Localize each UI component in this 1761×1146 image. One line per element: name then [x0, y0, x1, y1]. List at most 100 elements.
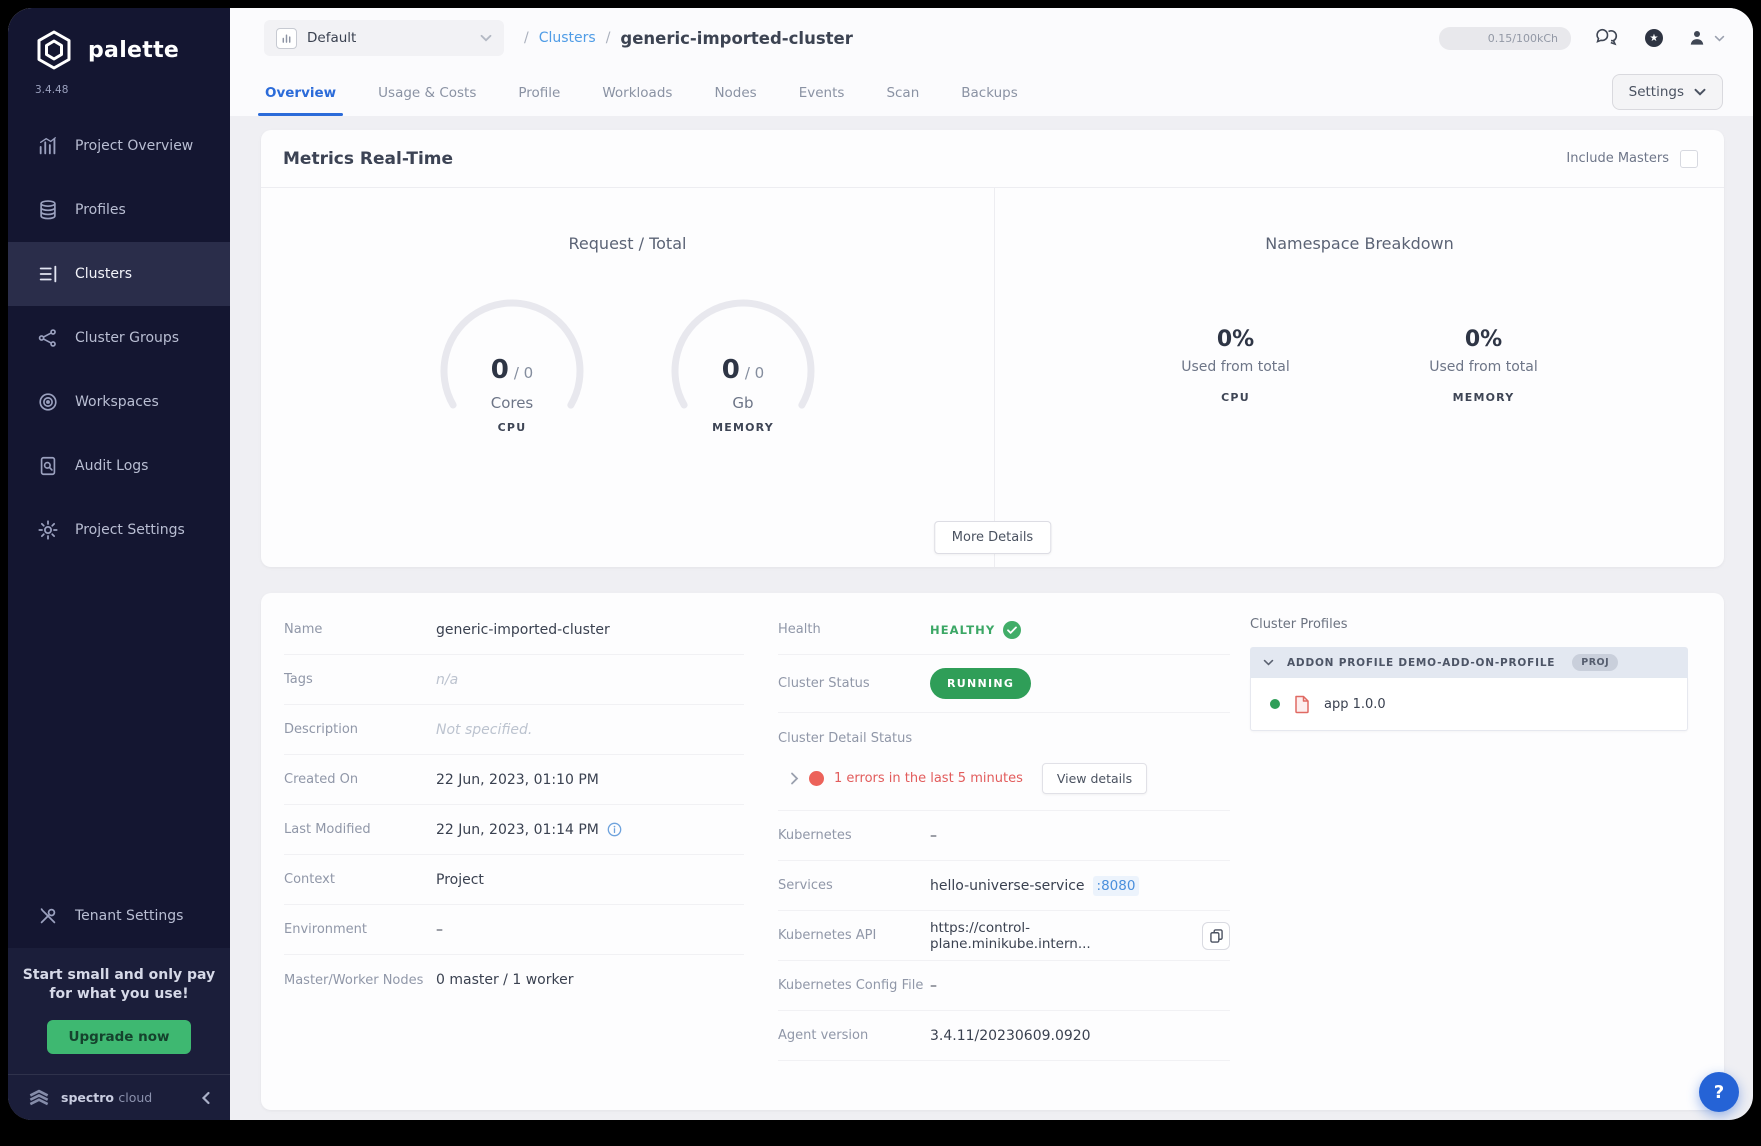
cluster-profiles-title: Cluster Profiles: [1250, 617, 1688, 632]
sidebar-item-clusters[interactable]: Clusters: [8, 242, 230, 306]
sidebar-item-workspaces[interactable]: Workspaces: [8, 370, 230, 434]
namespace-breakdown-section: Namespace Breakdown 0% Used from total C…: [995, 188, 1724, 567]
memory-gauge-unit: Gb: [667, 394, 819, 412]
copy-button[interactable]: [1202, 922, 1230, 950]
breadcrumb: / Clusters / generic-imported-cluster: [524, 29, 853, 48]
upgrade-now-button[interactable]: Upgrade now: [47, 1020, 192, 1054]
service-port-link[interactable]: :8080: [1093, 876, 1140, 896]
tab-overview[interactable]: Overview: [262, 73, 339, 116]
whats-new-star-icon[interactable]: ★: [1645, 29, 1663, 47]
collapse-sidebar-icon[interactable]: [200, 1091, 212, 1105]
details-left-column: Name generic-imported-cluster Tags n/a D…: [284, 605, 744, 1110]
project-selector-value: Default: [307, 30, 470, 46]
detail-row-agent-version: Agent version 3.4.11/20230609.0920: [778, 1011, 1230, 1061]
main-area: Default / Clusters / generic-imported-cl…: [230, 8, 1753, 1120]
cluster-name-value: generic-imported-cluster: [436, 622, 610, 638]
environment-value: –: [436, 922, 443, 938]
profile-group-header[interactable]: ADDON PROFILE DEMO-ADD-ON-PROFILE PROJ: [1250, 647, 1688, 678]
memory-gauge-caption: MEMORY: [667, 421, 819, 434]
cluster-error-row: 1 errors in the last 5 minutes View deta…: [778, 763, 1230, 794]
include-masters-checkbox[interactable]: [1680, 150, 1698, 168]
sidebar-item-audit-logs[interactable]: Audit Logs: [8, 434, 230, 498]
sidebar-item-label: Audit Logs: [75, 458, 148, 474]
gauges: 0/ 0 Cores CPU 0/ 0 Gb MEMORY: [436, 295, 819, 447]
detail-row-tags: Tags n/a: [284, 655, 744, 705]
sidebar-item-tenant-settings[interactable]: Tenant Settings: [8, 884, 230, 948]
metrics-title: Metrics Real-Time: [283, 149, 453, 169]
namespace-cpu-label: CPU: [1154, 391, 1318, 404]
usage-badge[interactable]: 0.15/100kCh: [1439, 27, 1571, 50]
namespace-memory-percent: 0%: [1402, 327, 1566, 352]
tools-icon: [36, 904, 60, 928]
tab-backups[interactable]: Backups: [958, 73, 1021, 116]
topbar-actions: 0.15/100kCh ★: [1439, 27, 1725, 50]
info-icon[interactable]: [607, 822, 622, 837]
tab-scan[interactable]: Scan: [883, 73, 922, 116]
cpu-gauge-value: 0/ 0: [436, 355, 588, 385]
detail-row-created-on: Created On 22 Jun, 2023, 01:10 PM: [284, 755, 744, 805]
brand-name: palette: [88, 38, 179, 63]
more-details-button[interactable]: More Details: [934, 521, 1051, 554]
detail-row-kubernetes: Kubernetes –: [778, 811, 1230, 861]
bar-chart-icon: [36, 134, 60, 158]
sidebar-item-cluster-groups[interactable]: Cluster Groups: [8, 306, 230, 370]
chevron-down-icon: [1714, 35, 1725, 42]
footer-brand: spectro cloud: [61, 1090, 152, 1105]
sidebar-item-label: Clusters: [75, 266, 132, 282]
project-selector[interactable]: Default: [264, 20, 504, 56]
detail-row-health: Health HEALTHY: [778, 605, 1230, 655]
breadcrumb-current: generic-imported-cluster: [620, 29, 852, 48]
promo-line-1: Start small and only pay: [22, 966, 216, 985]
sidebar-item-project-settings[interactable]: Project Settings: [8, 498, 230, 562]
breadcrumb-separator: /: [524, 30, 529, 46]
chevron-right-icon[interactable]: [790, 772, 799, 785]
namespace-cpu-percent: 0%: [1154, 327, 1318, 352]
detail-row-cluster-status: Cluster Status RUNNING: [778, 655, 1230, 713]
cluster-profiles-panel: ADDON PROFILE DEMO-ADD-ON-PROFILE PROJ: [1250, 647, 1688, 731]
sidebar-item-profiles[interactable]: Profiles: [8, 178, 230, 242]
last-modified-value: 22 Jun, 2023, 01:14 PM: [436, 822, 622, 838]
upgrade-promo: Start small and only pay for what you us…: [8, 948, 230, 1074]
view-details-button[interactable]: View details: [1042, 763, 1147, 794]
help-button[interactable]: ?: [1699, 1072, 1739, 1112]
settings-button[interactable]: Settings: [1612, 74, 1723, 110]
detail-row-kubernetes-api: Kubernetes API https://control-plane.min…: [778, 911, 1230, 961]
breadcrumb-separator: /: [606, 30, 611, 46]
pack-name: app 1.0.0: [1324, 697, 1386, 712]
footer-brand-light: cloud: [118, 1090, 152, 1105]
user-menu[interactable]: [1687, 28, 1725, 48]
tab-workloads[interactable]: Workloads: [599, 73, 675, 116]
sidebar-footer: spectro cloud: [8, 1074, 230, 1120]
footer-brand-bold: spectro: [61, 1090, 114, 1105]
app-window: palette 3.4.48 Project Overview: [8, 8, 1753, 1120]
breadcrumb-clusters-link[interactable]: Clusters: [539, 30, 596, 46]
doc-search-icon: [36, 454, 60, 478]
chat-button[interactable]: [1595, 27, 1621, 49]
namespace-memory-label: MEMORY: [1402, 391, 1566, 404]
context-value: Project: [436, 872, 484, 888]
tags-value: n/a: [436, 672, 458, 688]
profile-pack-row[interactable]: app 1.0.0: [1250, 678, 1688, 731]
tab-usage-costs[interactable]: Usage & Costs: [375, 73, 479, 116]
namespace-breakdown-title: Namespace Breakdown: [1265, 234, 1454, 253]
pack-file-icon: [1294, 695, 1310, 714]
sidebar-item-label: Tenant Settings: [75, 908, 183, 924]
brand: palette: [8, 8, 230, 72]
cluster-details-card: Name generic-imported-cluster Tags n/a D…: [261, 593, 1724, 1110]
detail-row-last-modified: Last Modified 22 Jun, 2023, 01:14 PM: [284, 805, 744, 855]
tab-profile[interactable]: Profile: [515, 73, 563, 116]
detail-row-cluster-detail-status: Cluster Detail Status 1 errors in the la…: [778, 713, 1230, 811]
tab-nodes[interactable]: Nodes: [711, 73, 759, 116]
tab-events[interactable]: Events: [796, 73, 848, 116]
cpu-gauge-caption: CPU: [436, 421, 588, 434]
kubernetes-api-value: https://control-plane.minikube.intern...: [930, 920, 1190, 952]
include-masters: Include Masters: [1566, 150, 1698, 168]
sidebar-item-project-overview[interactable]: Project Overview: [8, 114, 230, 178]
app-version: 3.4.48: [35, 84, 230, 96]
health-status-text: HEALTHY: [930, 623, 995, 637]
detail-row-services: Services hello-universe-service :8080: [778, 861, 1230, 911]
detail-row-environment: Environment –: [284, 905, 744, 955]
description-value: Not specified.: [436, 722, 532, 738]
user-icon: [1687, 28, 1707, 48]
spectro-cloud-logo-icon: [26, 1087, 52, 1109]
